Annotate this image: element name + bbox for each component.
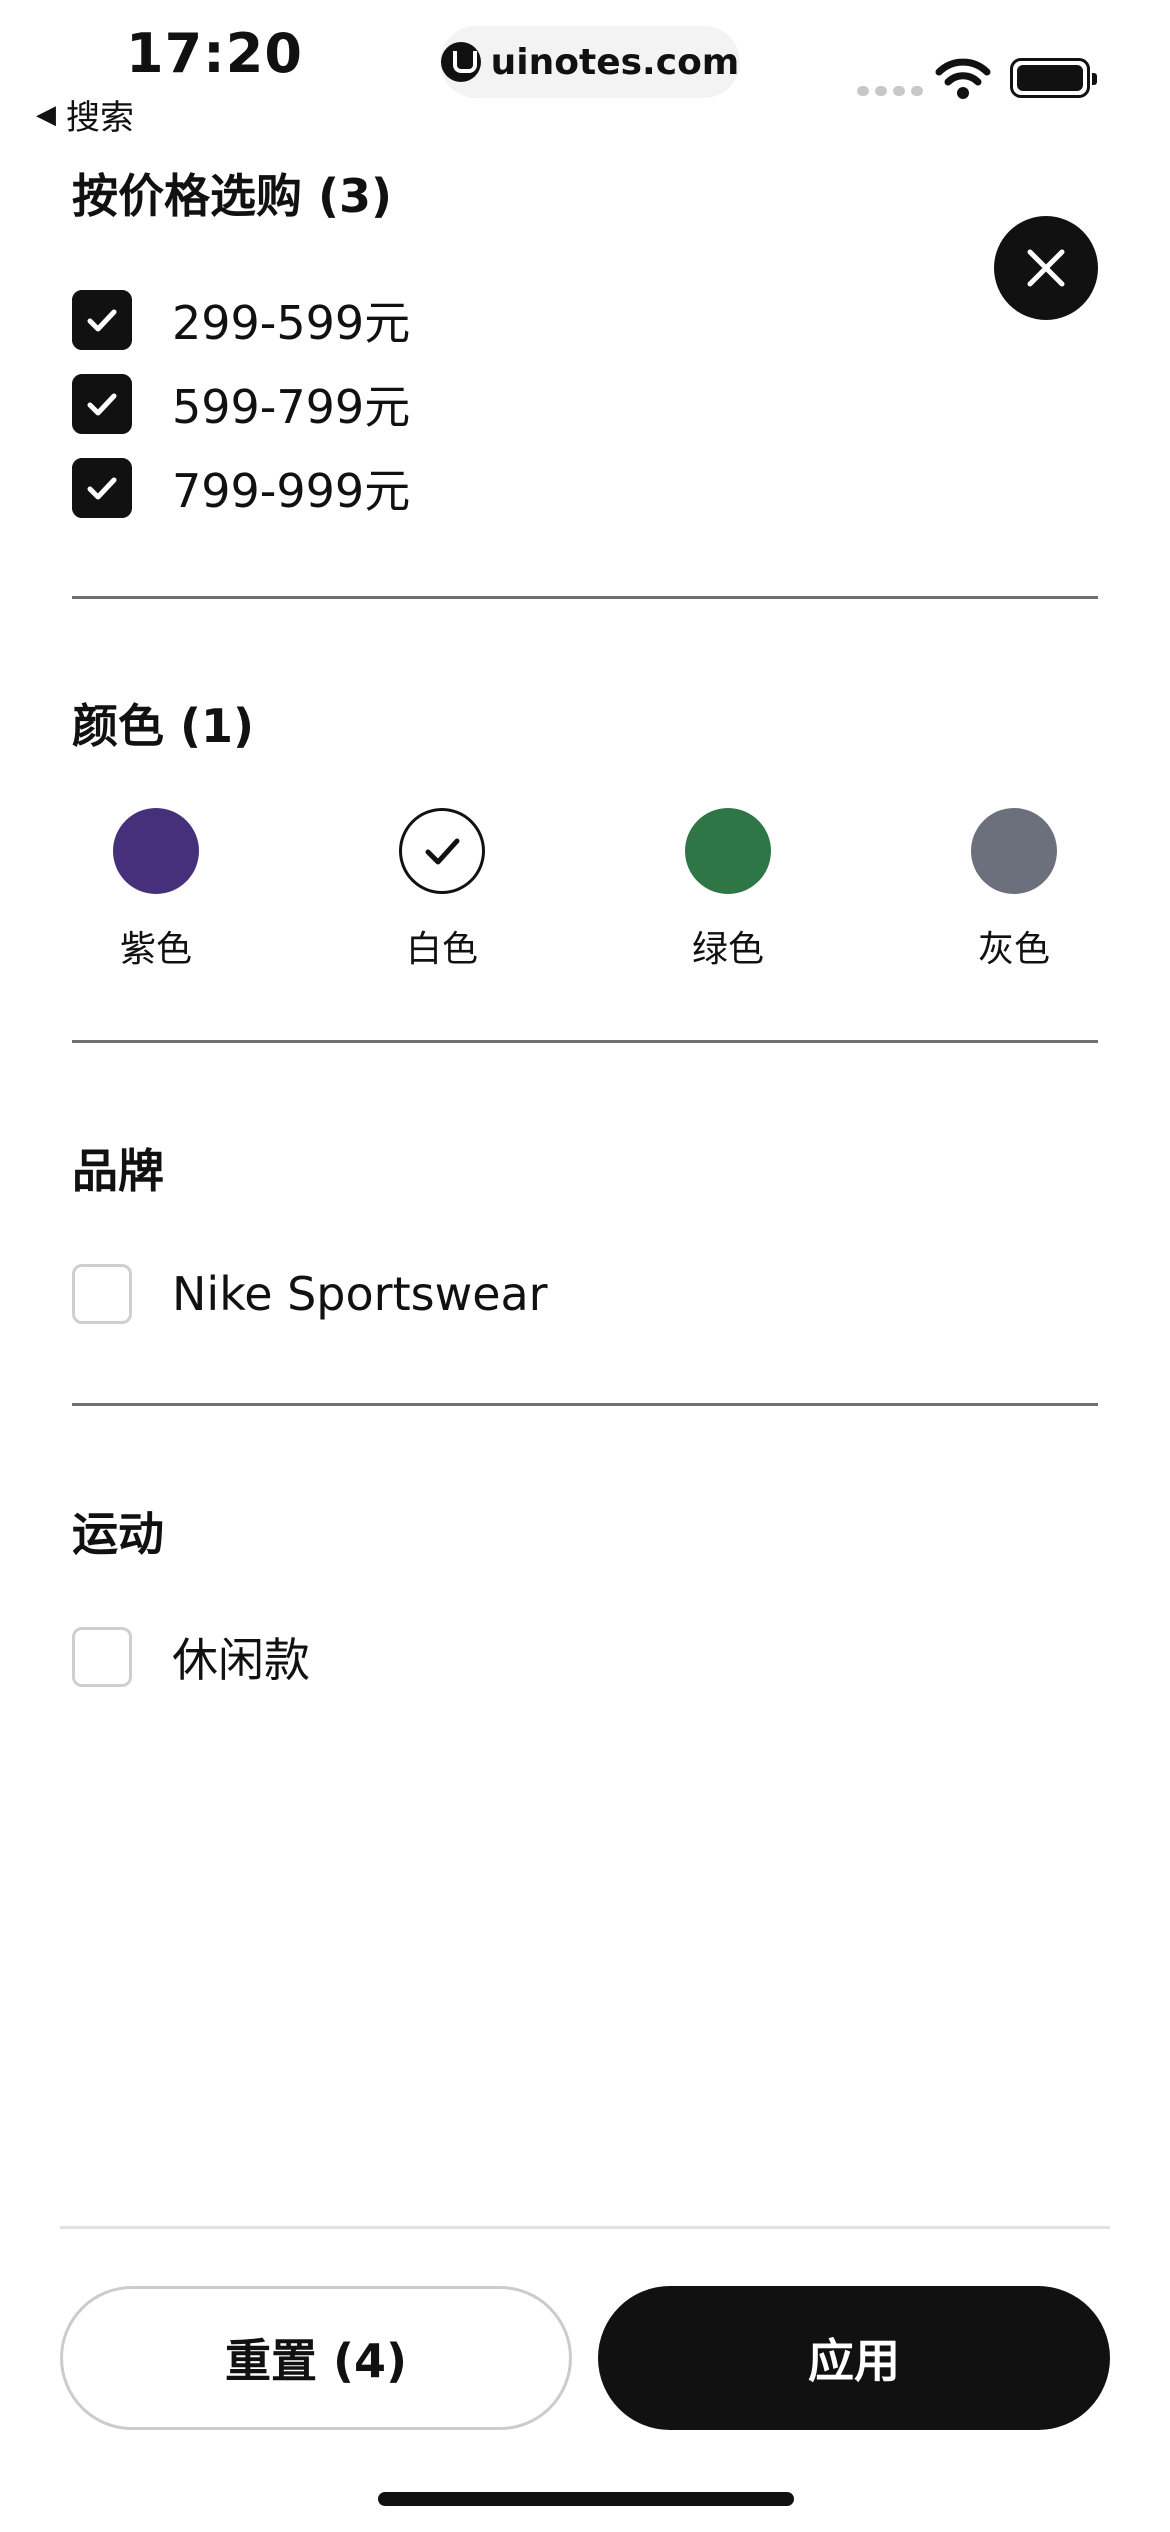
footer-divider [60, 2226, 1110, 2229]
price-option-label: 599-799元 [172, 380, 411, 434]
battery-icon [1010, 58, 1097, 98]
price-checkbox[interactable] [72, 458, 132, 518]
brand-option-label: Nike Sportswear [172, 1267, 548, 1321]
brand-option[interactable]: Nike Sportswear [72, 1264, 548, 1324]
apply-button[interactable]: 应用 [598, 2286, 1110, 2430]
price-section-title: 按价格选购 (3) [72, 169, 393, 223]
price-option[interactable]: 299-599元 [72, 290, 410, 350]
wifi-icon [935, 58, 991, 99]
divider [72, 596, 1098, 599]
sport-section-title: 运动 [72, 1507, 164, 1561]
color-swatch[interactable] [113, 808, 199, 894]
sport-option[interactable]: 休闲款 [72, 1627, 310, 1687]
close-icon [1027, 249, 1065, 287]
divider [72, 1040, 1098, 1043]
color-label: 白色 [405, 929, 478, 970]
color-option-gray[interactable]: 灰色 [914, 808, 1114, 972]
back-link-label: 搜索 [66, 98, 134, 138]
check-icon [87, 477, 117, 500]
color-label: 灰色 [977, 929, 1050, 970]
color-swatch[interactable] [971, 808, 1057, 894]
color-swatch[interactable] [685, 808, 771, 894]
back-arrow-icon: ◀ [36, 99, 56, 130]
url-text: uinotes.com [490, 41, 740, 83]
color-label: 紫色 [119, 929, 192, 970]
cellular-signal-icon [857, 86, 923, 96]
sport-checkbox[interactable] [72, 1627, 132, 1687]
reset-button[interactable]: 重置 (4) [60, 2286, 572, 2430]
uinotes-logo-icon [440, 42, 481, 82]
price-option[interactable]: 799-999元 [72, 458, 410, 518]
color-option-green[interactable]: 绿色 [628, 808, 828, 972]
check-icon [87, 393, 117, 416]
price-option-label: 799-999元 [172, 464, 411, 518]
check-icon [425, 838, 460, 865]
url-bar[interactable]: uinotes.com [440, 26, 740, 98]
color-swatch[interactable] [399, 808, 485, 894]
brand-checkbox[interactable] [72, 1264, 132, 1324]
home-indicator[interactable] [378, 2492, 794, 2506]
price-option[interactable]: 599-799元 [72, 374, 410, 434]
color-section-title: 颜色 (1) [72, 699, 255, 753]
price-checkbox[interactable] [72, 374, 132, 434]
color-option-purple[interactable]: 紫色 [56, 808, 256, 972]
price-option-label: 299-599元 [172, 296, 411, 350]
back-to-search-link[interactable]: ◀ 搜索 [36, 90, 134, 139]
color-label: 绿色 [691, 929, 764, 970]
divider [72, 1403, 1098, 1406]
brand-section-title: 品牌 [72, 1144, 164, 1198]
sport-option-label: 休闲款 [172, 1633, 310, 1687]
status-time: 17:20 [126, 22, 303, 85]
close-button[interactable] [994, 216, 1098, 320]
color-option-white[interactable]: 白色 [342, 808, 542, 972]
price-checkbox[interactable] [72, 290, 132, 350]
check-icon [87, 309, 117, 332]
